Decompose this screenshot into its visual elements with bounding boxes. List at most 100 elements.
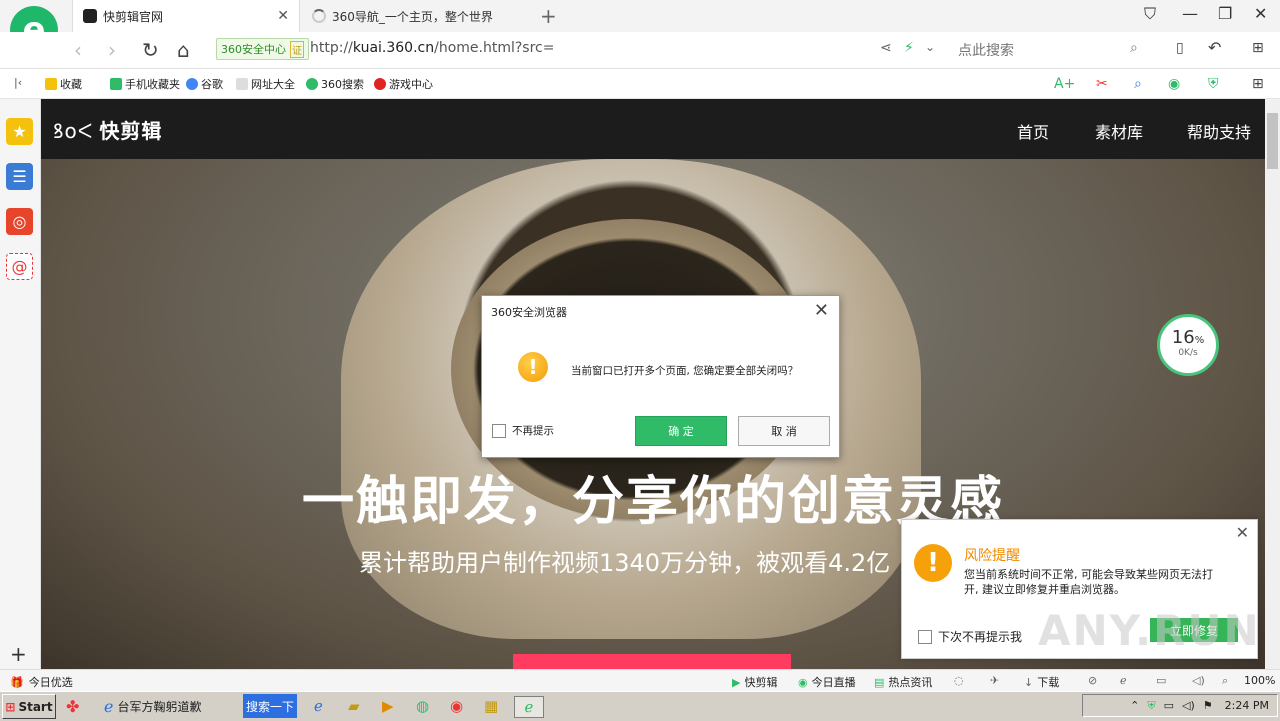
volume-icon[interactable]: ◁) (1192, 674, 1205, 687)
dialog-close-icon[interactable]: ✕ (814, 300, 829, 321)
speed-mode-icon[interactable]: ⚡ (904, 40, 914, 56)
tab-close-icon[interactable]: ✕ (277, 8, 289, 24)
site-logo[interactable]: ꝸoᐸ 快剪辑 (53, 115, 162, 144)
chevron-down-icon[interactable]: ⌄ (925, 40, 935, 54)
start-button[interactable]: ⊞ Start (2, 694, 56, 719)
risk-text: 您当前系统时间不正常, 可能会导致某些网页无法打开, 建议立即修复并重启浏览器。 (964, 568, 1213, 596)
url-domain: kuai.360.cn (352, 40, 435, 56)
risk-close-icon[interactable]: ✕ (1236, 523, 1249, 542)
zoom-level[interactable]: 100% (1244, 674, 1275, 687)
opera-icon[interactable]: ◉ (450, 696, 463, 716)
weibo-icon[interactable]: ◎ (6, 208, 33, 235)
search-tool-icon[interactable]: ⌕ (1134, 76, 1142, 92)
status-kuaijianji[interactable]: ▶ 快剪辑 (732, 674, 777, 690)
bookmark-label: 手机收藏夹 (125, 78, 180, 91)
today-picks[interactable]: 🎁 今日优选 (10, 674, 73, 690)
taskbar-ie-item[interactable]: ℯ 台军方鞠躬道歉 (104, 696, 201, 716)
menu-grid-icon[interactable]: ⊞ (1252, 40, 1264, 56)
search-input[interactable] (956, 38, 1158, 62)
translate-icon[interactable]: A+ (1054, 76, 1075, 92)
tab-title: 360导航_一个主页，整个世界 (332, 9, 493, 24)
bookmark-label: 谷歌 (201, 78, 223, 91)
favorites-star-icon[interactable]: ★ (6, 118, 33, 145)
cert-mark: 证 (290, 40, 304, 58)
google-icon (186, 78, 198, 90)
collapse-sidebar-icon[interactable]: |‹ (14, 76, 22, 89)
new-tab-button[interactable]: + (540, 4, 557, 28)
share-icon[interactable]: ⋖ (880, 40, 892, 56)
bookmark-games[interactable]: 游戏中心 (374, 76, 433, 92)
minimize-button[interactable]: — (1182, 4, 1198, 23)
tray-flag-icon[interactable]: ⚑ (1203, 699, 1213, 712)
maximize-button[interactable]: ❐ (1218, 4, 1232, 23)
home-button[interactable]: ⌂ (177, 38, 190, 62)
mail-icon[interactable]: @ (6, 253, 33, 280)
zoom-icon[interactable]: ⌕ (1222, 674, 1228, 688)
shield-icon[interactable]: ⛨ (1208, 76, 1219, 92)
speed-percent-value: 16 (1171, 327, 1195, 348)
theme-icon[interactable]: ◌ (954, 674, 964, 687)
risk-dont-remind-checkbox[interactable]: 下次不再提示我 (918, 628, 1022, 645)
anyrun-watermark: ANY.RUN (1038, 606, 1261, 655)
ie-quick-icon[interactable]: ℯ (314, 696, 323, 716)
vertical-scrollbar[interactable] (1265, 99, 1280, 669)
nav-home[interactable]: 首页 (1017, 119, 1049, 143)
add-sidebar-button[interactable]: + (10, 642, 27, 666)
gift-icon: 🎁 (10, 675, 24, 689)
status-download[interactable]: ↓ 下载 (1024, 674, 1059, 690)
tab-360-nav[interactable]: 360导航_一个主页，整个世界 (302, 0, 530, 32)
network-speed-widget[interactable]: 16% 0K/s (1157, 314, 1219, 376)
clean-icon[interactable]: ⊘ (1088, 674, 1097, 687)
window-icon[interactable]: ▭ (1156, 674, 1166, 687)
confirm-button[interactable]: 确 定 (635, 416, 727, 446)
folder-icon[interactable]: ▰ (348, 696, 360, 716)
pin-icon[interactable]: ✈ (990, 674, 999, 687)
ie-label: 台军方鞠躬道歉 (117, 699, 202, 714)
close-window-button[interactable]: ✕ (1254, 4, 1267, 23)
bookmark-360search[interactable]: 360搜索 (306, 76, 364, 92)
nav-help[interactable]: 帮助支持 (1187, 119, 1251, 143)
forward-button[interactable]: › (108, 38, 116, 62)
360-browser-task-icon[interactable]: ℯ (514, 696, 544, 718)
tab-kuaijianji[interactable]: 快剪辑官网 ✕ (72, 0, 300, 32)
tray-network-icon[interactable]: ▭ (1164, 699, 1174, 712)
reader-icon[interactable]: ☰ (6, 163, 33, 190)
back-button[interactable]: ‹ (74, 38, 82, 62)
dont-remind-checkbox[interactable]: 不再提示 (492, 423, 554, 438)
checkbox-box[interactable] (918, 629, 932, 644)
nav-materials[interactable]: 素材库 (1095, 119, 1143, 143)
taskbar-search-button[interactable]: 搜索一下 (243, 694, 297, 718)
status-live[interactable]: ◉ 今日直播 (798, 674, 856, 690)
ie-icon: ℯ (104, 696, 114, 716)
cancel-button[interactable]: 取 消 (738, 416, 830, 446)
bookmark-label: 360搜索 (321, 78, 364, 91)
status-news[interactable]: ▤ 热点资讯 (874, 674, 932, 690)
scissors-icon[interactable]: ✂ (1096, 76, 1108, 92)
chrome-icon[interactable]: ◍ (416, 696, 429, 716)
gamepad-icon[interactable]: ◉ (1168, 76, 1180, 92)
bookmark-favorites[interactable]: 收藏 (45, 76, 82, 92)
hero-cta-button[interactable] (513, 654, 791, 669)
tray-shield-icon[interactable]: ⛨ (1147, 699, 1155, 713)
shirt-skin-icon[interactable]: ⛉ (1144, 4, 1156, 24)
url-field[interactable]: http://kuai.360.cn/home.html?src= (310, 40, 554, 56)
bookmark-sites[interactable]: 网址大全 (236, 76, 295, 92)
mobile-icon[interactable]: ▯ (1176, 40, 1184, 56)
game-icon (374, 78, 386, 90)
media-icon[interactable]: ▶ (382, 696, 394, 716)
ie-mode-icon[interactable]: ℯ (1120, 674, 1127, 687)
tray-arrow-icon[interactable]: ⌃ (1130, 699, 1139, 712)
system-tray: ⌃ ⛨ ▭ ◁) ⚑ 2:24 PM (1082, 694, 1278, 717)
refresh-button[interactable]: ↻ (142, 38, 159, 62)
archive-icon[interactable]: ▦ (484, 696, 498, 716)
undo-icon[interactable]: ↶ (1208, 38, 1221, 57)
security-badge[interactable]: 360安全中心 证 (216, 38, 309, 60)
bookmark-mobile[interactable]: 手机收藏夹 (110, 76, 180, 92)
search-icon[interactable]: ⌕ (1130, 40, 1138, 56)
quicklaunch-icon[interactable]: ✤ (66, 696, 79, 716)
apps-icon[interactable]: ⊞ (1252, 76, 1264, 92)
scrollbar-thumb[interactable] (1267, 113, 1278, 169)
tray-volume-icon[interactable]: ◁) (1182, 699, 1195, 712)
bookmark-google[interactable]: 谷歌 (186, 76, 223, 92)
checkbox-box[interactable] (492, 423, 506, 438)
